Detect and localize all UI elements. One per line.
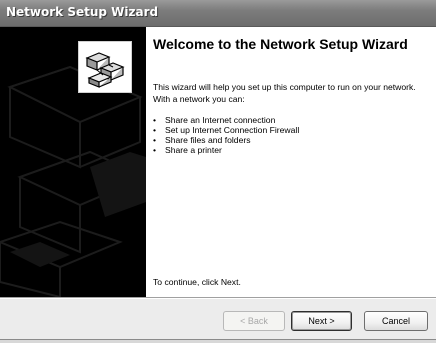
continue-instruction: To continue, click Next.	[153, 277, 241, 287]
list-item: • Share an Internet connection	[153, 115, 276, 125]
cancel-button[interactable]: Cancel	[364, 311, 428, 331]
list-item: • Share a printer	[153, 145, 222, 155]
wizard-content-panel: Welcome to the Network Setup Wizard This…	[146, 27, 436, 297]
feature-list: • Share an Internet connection • Set up In…	[153, 115, 299, 155]
bullet-icon: •	[153, 125, 157, 135]
window-title: Network Setup Wizard	[6, 5, 159, 19]
wizard-heading: Welcome to the Network Setup Wizard	[153, 36, 408, 52]
wizard-intro-text: This wizard will help you set up this co…	[153, 82, 416, 104]
next-button[interactable]: Next >	[291, 311, 352, 331]
title-bar[interactable]: Network Setup Wizard	[0, 0, 436, 27]
button-area-divider	[0, 297, 436, 299]
network-computers-icon	[78, 41, 132, 93]
bottom-edge	[0, 339, 436, 343]
bullet-icon: •	[153, 115, 157, 125]
network-setup-wizard-window: Network Setup Wizard Welcome to the Netw…	[0, 0, 436, 343]
wizard-side-panel	[0, 27, 146, 297]
list-item: • Set up Internet Connection Firewall	[153, 125, 300, 135]
back-button[interactable]: < Back	[223, 311, 285, 331]
bullet-icon: •	[153, 135, 157, 145]
bullet-icon: •	[153, 145, 157, 155]
list-item: • Share files and folders	[153, 135, 251, 145]
